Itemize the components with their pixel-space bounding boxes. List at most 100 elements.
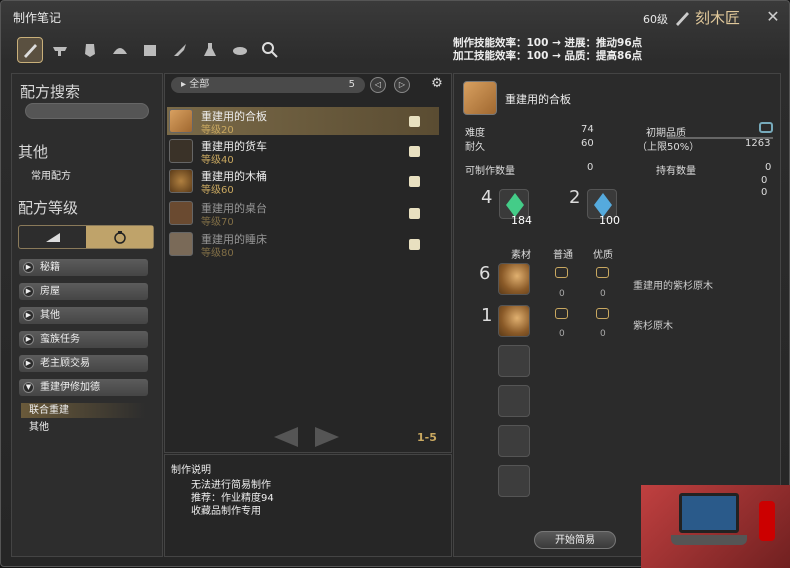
search-icon[interactable] xyxy=(257,37,283,63)
advertisement-overlay xyxy=(641,485,790,568)
cart-icon xyxy=(169,139,193,163)
gear-icon[interactable]: ⚙ xyxy=(429,77,445,93)
difficulty-label: 难度 xyxy=(465,128,485,139)
window-title: 制作笔记 xyxy=(13,11,62,25)
detail-item-name: 重建用的合板 xyxy=(505,93,571,106)
category-label: 重建伊修加德 xyxy=(40,382,100,393)
ingredient-need: 1 xyxy=(481,305,493,326)
initial-quality-max: 1263 xyxy=(745,138,771,149)
category-custom-deliveries[interactable]: ▶ 老主顾交易 xyxy=(19,355,148,372)
armorer-icon[interactable] xyxy=(77,37,103,63)
description-line: 收藏品制作专用 xyxy=(191,506,261,517)
hq-checkbox[interactable] xyxy=(596,267,609,278)
job-level: 60级 xyxy=(643,13,668,26)
collectable-icon xyxy=(409,239,420,250)
recipe-row[interactable]: 重建用的睡床 等级80 xyxy=(167,230,439,259)
close-icon[interactable]: ✕ xyxy=(764,8,782,26)
recipe-row[interactable]: 重建用的货车 等级40 xyxy=(167,137,439,166)
subcategory-other[interactable]: 其他 xyxy=(21,420,145,435)
filter-label: 全部 xyxy=(189,79,210,90)
plywood-icon xyxy=(169,109,193,133)
recipe-level: 等级70 xyxy=(201,217,234,228)
recipe-search-heading: 配方搜索 xyxy=(20,83,81,101)
category-secret-books[interactable]: ▶ 秘籍 xyxy=(19,259,148,276)
special-recipes-icon[interactable] xyxy=(86,226,153,248)
crafting-log-window: 制作笔记 60级 刻木匠 ✕ 制作技能效率：100 → 进展：推动96点 加工技… xyxy=(0,0,790,568)
next-page-icon[interactable] xyxy=(315,427,339,447)
nq-count: 0 xyxy=(559,329,565,339)
category-label: 老主顾交易 xyxy=(40,358,90,369)
level-mode-toggle xyxy=(18,225,154,249)
leatherworker-icon[interactable] xyxy=(137,37,163,63)
craftable-label: 可制作数量 xyxy=(465,166,515,177)
ingredient-need: 6 xyxy=(479,263,491,284)
barrel-icon xyxy=(169,169,193,193)
category-beast-tribe[interactable]: ▶ 蛮族任务 xyxy=(19,331,148,348)
laptop-image xyxy=(679,493,739,533)
prev-page-icon[interactable] xyxy=(274,427,298,447)
carpenter-icon[interactable] xyxy=(17,37,43,63)
subcategory-joint-restoration[interactable]: 联合重建 xyxy=(21,403,145,418)
weaver-icon[interactable] xyxy=(167,37,193,63)
held-value: 0 xyxy=(765,162,772,173)
quality-checkbox[interactable] xyxy=(759,122,773,133)
chevron-right-icon: ▶ xyxy=(23,262,34,273)
recipe-level: 等级40 xyxy=(201,155,234,166)
next-filter-icon[interactable]: ▷ xyxy=(394,77,410,93)
crystal-need: 2 xyxy=(569,187,581,208)
culinarian-icon[interactable] xyxy=(227,37,253,63)
quick-synthesis-button[interactable]: 开始简易 xyxy=(534,531,616,549)
collectable-icon xyxy=(409,116,420,127)
category-label: 蛮族任务 xyxy=(40,334,80,345)
category-housing[interactable]: ▶ 房屋 xyxy=(19,283,148,300)
ingredient-name: 紫杉原木 xyxy=(633,321,673,332)
laptop-base xyxy=(671,535,747,545)
cola-can-image xyxy=(759,501,775,541)
yew-log-icon[interactable] xyxy=(498,305,530,337)
empty-slot xyxy=(498,425,530,457)
saw-icon xyxy=(676,12,689,26)
hq-checkbox[interactable] xyxy=(596,308,609,319)
goldsmith-icon[interactable] xyxy=(107,37,133,63)
initial-quality-limit: （上限50%） xyxy=(637,142,700,153)
held-label: 持有数量 xyxy=(656,166,696,177)
recipe-row[interactable]: 重建用的桌台 等级70 xyxy=(167,199,439,228)
table-icon xyxy=(169,201,193,225)
recipe-row[interactable]: 重建用的木桶 等级60 xyxy=(167,167,439,196)
alchemist-icon[interactable] xyxy=(197,37,223,63)
normal-header: 普通 xyxy=(553,250,573,261)
recipe-count: 5 xyxy=(348,79,355,90)
page-indicator: 1-5 xyxy=(417,431,437,444)
collectable-icon xyxy=(409,146,420,157)
category-ishgard-restoration[interactable]: ▼ 重建伊修加德 xyxy=(19,379,148,396)
durability-label: 耐久 xyxy=(465,142,485,153)
bonus-line-2: 加工技能效率：100 → 品质：提高86点 xyxy=(453,50,643,62)
nq-checkbox[interactable] xyxy=(555,267,568,278)
recipe-level: 等级20 xyxy=(201,125,234,136)
category-other[interactable]: ▶ 其他 xyxy=(19,307,148,324)
ingredient-name: 重建用的紫杉原木 xyxy=(633,281,713,292)
collectable-icon xyxy=(409,176,420,187)
recipe-level: 等级80 xyxy=(201,248,234,259)
collectable-icon xyxy=(409,208,420,219)
bonus-line-1: 制作技能效率：100 → 进展：推动96点 xyxy=(453,37,643,49)
category-label: 其他 xyxy=(40,310,60,321)
durability-value: 60 xyxy=(581,138,594,149)
level-bars-icon[interactable] xyxy=(19,226,86,248)
job-name: 刻木匠 xyxy=(695,9,741,27)
prev-filter-icon[interactable]: ◁ xyxy=(370,77,386,93)
yew-log-icon[interactable] xyxy=(498,263,530,295)
recipe-search-input[interactable] xyxy=(25,103,149,119)
blacksmith-icon[interactable] xyxy=(47,37,73,63)
hq-count: 0 xyxy=(600,289,606,299)
empty-slot xyxy=(498,345,530,377)
bed-icon xyxy=(169,232,193,256)
recipe-filter-dropdown[interactable]: ▸ 全部 5 xyxy=(171,77,365,93)
empty-slot xyxy=(498,385,530,417)
category-label: 秘籍 xyxy=(40,262,60,273)
nq-checkbox[interactable] xyxy=(555,308,568,319)
common-recipes-link[interactable]: 常用配方 xyxy=(31,167,71,182)
chevron-right-icon: ▶ xyxy=(23,310,34,321)
recipe-row[interactable]: 重建用的合板 等级20 xyxy=(167,107,439,136)
chevron-down-icon: ▼ xyxy=(23,382,34,393)
